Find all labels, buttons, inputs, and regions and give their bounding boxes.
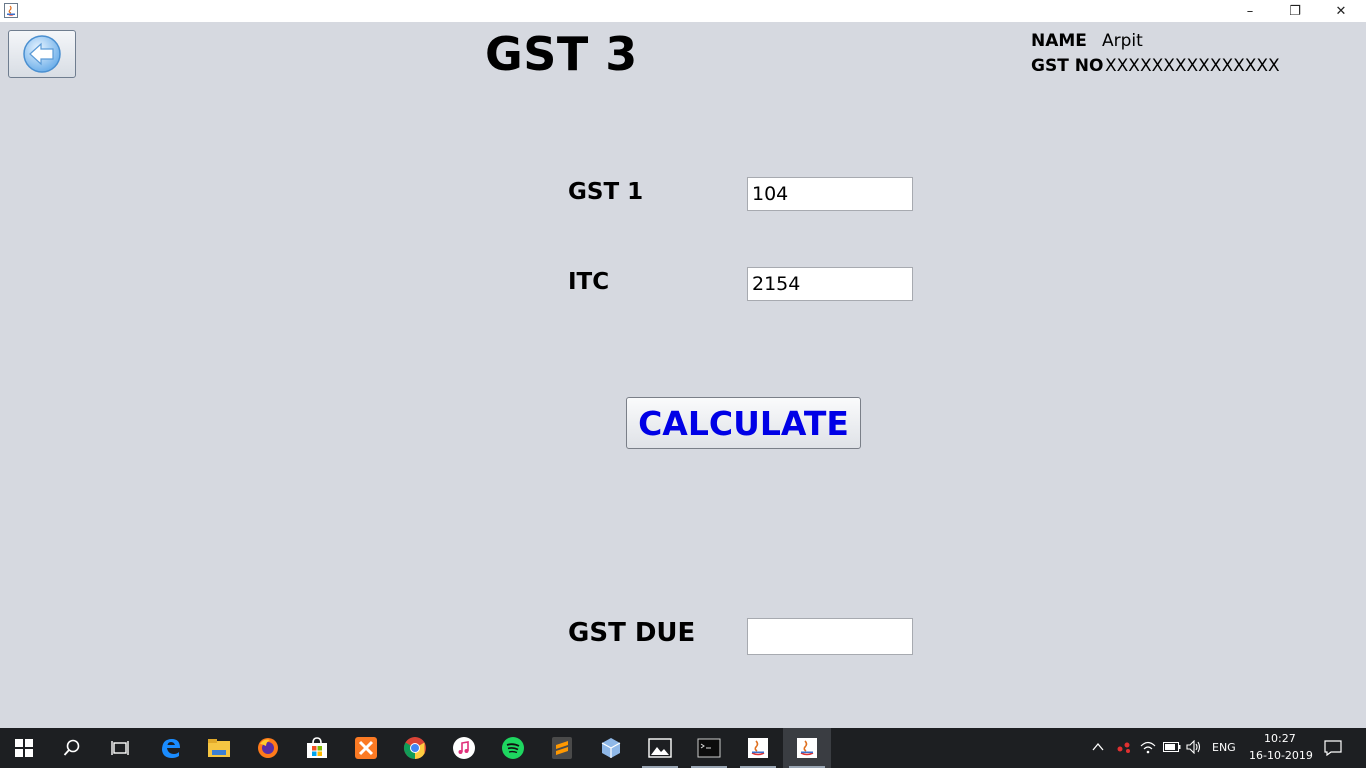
- language-indicator[interactable]: ENG: [1212, 741, 1236, 754]
- taskbar-app-terminal[interactable]: [685, 728, 733, 768]
- store-icon: [307, 737, 327, 758]
- java-icon: [4, 3, 18, 18]
- back-button[interactable]: [8, 30, 76, 78]
- java-icon: [748, 738, 768, 758]
- restore-button[interactable]: ❐: [1272, 0, 1318, 22]
- java-icon: [797, 738, 817, 758]
- taskbar-app-xampp[interactable]: [342, 728, 390, 768]
- edge-icon: [162, 739, 180, 758]
- terminal-icon: [697, 738, 721, 758]
- virtualbox-icon: [601, 738, 621, 758]
- search-icon: [63, 739, 80, 756]
- taskbar-app-store[interactable]: [293, 728, 341, 768]
- firefox-icon: [258, 738, 278, 758]
- taskbar-app-itunes[interactable]: [440, 728, 488, 768]
- network-alert-icon[interactable]: [1116, 740, 1132, 754]
- title-bar: – ❐ ✕: [0, 0, 1366, 22]
- taskbar-app-firefox[interactable]: [244, 728, 292, 768]
- battery-icon[interactable]: [1163, 742, 1181, 752]
- gst1-label: GST 1: [568, 179, 644, 205]
- clock-time[interactable]: 10:27: [1264, 732, 1296, 745]
- taskbar-app-java-1[interactable]: [734, 728, 782, 768]
- file-explorer-icon: [208, 739, 230, 757]
- taskbar-app-sublime[interactable]: [538, 728, 586, 768]
- taskbar-app-virtualbox[interactable]: [587, 728, 635, 768]
- minimize-button[interactable]: –: [1227, 0, 1273, 22]
- gst-due-label: GST DUE: [568, 618, 696, 648]
- taskbar-app-photos[interactable]: [636, 728, 684, 768]
- itc-input[interactable]: [747, 267, 913, 301]
- taskbar-app-chrome[interactable]: [391, 728, 439, 768]
- gst-no-value: XXXXXXXXXXXXXXX: [1105, 56, 1280, 76]
- page-title: GST 3: [485, 27, 638, 81]
- windows-icon: [15, 739, 33, 757]
- photos-icon: [648, 738, 672, 758]
- itc-label: ITC: [568, 269, 610, 295]
- wifi-icon[interactable]: [1140, 740, 1156, 754]
- taskbar-app-spotify[interactable]: [489, 728, 537, 768]
- gst-no-label: GST NO: [1031, 56, 1104, 76]
- task-view-icon: [111, 741, 129, 755]
- chrome-icon: [404, 737, 426, 759]
- back-arrow-icon: [23, 35, 61, 73]
- main-panel: GST 3 NAME Arpit GST NO XXXXXXXXXXXXXXX …: [0, 22, 1366, 728]
- start-button[interactable]: [0, 728, 48, 768]
- spotify-icon: [502, 737, 524, 759]
- taskbar-app-java-2[interactable]: [783, 728, 831, 768]
- itunes-icon: [453, 737, 475, 759]
- taskbar-app-edge[interactable]: [147, 728, 195, 768]
- name-value: Arpit: [1102, 31, 1143, 51]
- xampp-icon: [355, 737, 377, 759]
- task-view-button[interactable]: [96, 728, 144, 768]
- search-button[interactable]: [48, 728, 96, 768]
- sublime-icon: [552, 737, 572, 759]
- taskbar-app-explorer[interactable]: [195, 728, 243, 768]
- name-label: NAME: [1031, 31, 1087, 51]
- gst1-input[interactable]: [747, 177, 913, 211]
- volume-icon[interactable]: [1186, 740, 1202, 754]
- notifications-icon[interactable]: [1324, 740, 1342, 756]
- gst-due-output[interactable]: [747, 618, 913, 655]
- calculate-button[interactable]: CALCULATE: [626, 397, 861, 449]
- clock-date[interactable]: 16-10-2019: [1249, 749, 1313, 762]
- chevron-up-icon[interactable]: [1092, 742, 1104, 752]
- close-button[interactable]: ✕: [1318, 0, 1364, 22]
- taskbar: ENG 10:27 16-10-2019: [0, 728, 1366, 768]
